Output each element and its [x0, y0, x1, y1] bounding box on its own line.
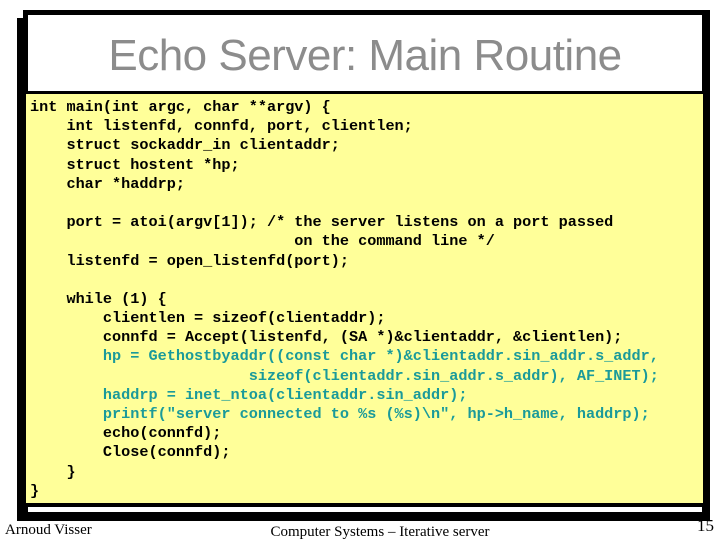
code-line: hp = Gethostbyaddr((const char *)&client… [30, 347, 659, 366]
code-box: int main(int argc, char **argv) { int li… [26, 94, 703, 503]
code-line: int listenfd, connfd, port, clientlen; [30, 117, 413, 136]
title-box: Echo Server: Main Routine [28, 15, 702, 91]
code-line: while (1) { [30, 289, 167, 308]
page-number: 15 [697, 516, 714, 535]
footer-course: Computer Systems – Iterative server [270, 524, 490, 540]
code-line: char *haddrp; [30, 174, 185, 193]
code-line: connfd = Accept(listenfd, (SA *)&clienta… [30, 328, 623, 347]
code-line: on the command line */ [30, 232, 495, 251]
frame-notch [17, 10, 23, 18]
code-line: sizeof(clientaddr.sin_addr.s_addr), AF_I… [30, 366, 659, 385]
code-line: port = atoi(argv[1]); /* the server list… [30, 213, 614, 232]
slide-title: Echo Server: Main Routine [108, 31, 622, 80]
code-line: } [30, 462, 76, 481]
code-line: listenfd = open_listenfd(port); [30, 251, 349, 270]
code-line: printf("server connected to %s (%s)\n", … [30, 405, 650, 423]
code-listing: int main(int argc, char **argv) { int li… [30, 98, 659, 501]
code-line: clientlen = sizeof(clientaddr); [30, 309, 386, 328]
frame-bottom-strip [28, 507, 702, 512]
code-line: int main(int argc, char **argv) { [30, 98, 331, 116]
code-line: haddrp = inet_ntoa(clientaddr.sin_addr); [30, 385, 468, 404]
code-line: Close(connfd); [30, 443, 231, 462]
code-line: echo(connfd); [30, 424, 222, 443]
code-line: struct hostent *hp; [30, 155, 240, 174]
code-line: struct sockaddr_in clientaddr; [30, 136, 340, 155]
code-line: } [30, 481, 40, 500]
